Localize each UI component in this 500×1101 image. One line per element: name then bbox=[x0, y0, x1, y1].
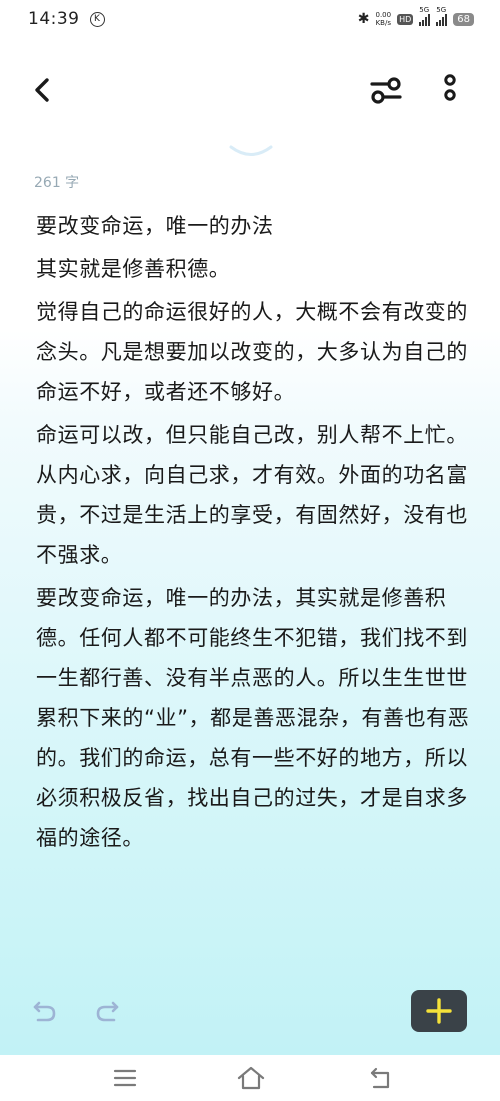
note-body[interactable]: 要改变命运，唯一的办法 其实就是修善积德。 觉得自己的命运很好的人，大概不会有改… bbox=[36, 206, 476, 861]
hd-badge: HD bbox=[397, 13, 414, 25]
status-indicators: ✱ 0.00 KB/s HD 5G 5G 68 bbox=[357, 6, 474, 27]
note-paragraph[interactable]: 觉得自己的命运很好的人，大概不会有改变的念头。凡是想要加以改变的，大多认为自己的… bbox=[36, 292, 476, 412]
k-badge-icon: K bbox=[89, 11, 105, 27]
sim2-label: 5G bbox=[436, 6, 447, 14]
note-paragraph[interactable]: 要改变命运，唯一的办法 bbox=[36, 206, 476, 246]
note-paragraph[interactable]: 要改变命运，唯一的办法，其实就是修善积德。任何人都不可能终生不犯错，我们找不到一… bbox=[36, 578, 476, 858]
pull-refresh-indicator bbox=[229, 145, 273, 156]
bluetooth-icon: ✱ bbox=[357, 11, 370, 27]
battery-icon: 68 bbox=[453, 12, 474, 26]
note-paragraph[interactable]: 命运可以改，但只能自己改，别人帮不上忙。从内心求，向自己求，才有效。外面的功名富… bbox=[36, 415, 476, 575]
chevron-left-icon[interactable] bbox=[30, 74, 54, 106]
home-icon[interactable] bbox=[236, 1065, 266, 1091]
sliders-icon[interactable] bbox=[368, 74, 404, 106]
system-nav-bar bbox=[0, 1055, 500, 1101]
net-speed-value: 0.00 bbox=[375, 11, 392, 19]
net-speed: 0.00 KB/s bbox=[375, 11, 391, 27]
undo-icon[interactable] bbox=[32, 998, 58, 1024]
redo-icon[interactable] bbox=[94, 998, 120, 1024]
signal-icon-sim1: 5G bbox=[419, 6, 431, 26]
signal-icon-sim2: 5G bbox=[436, 6, 448, 26]
plus-icon bbox=[426, 998, 452, 1024]
status-bar: 14:39 K ✱ 0.00 KB/s HD 5G 5G 68 bbox=[0, 0, 500, 38]
add-button[interactable] bbox=[411, 990, 467, 1032]
word-count: 261 字 bbox=[34, 175, 80, 191]
note-paragraph[interactable]: 其实就是修善积德。 bbox=[36, 249, 476, 289]
bottom-tools bbox=[0, 988, 500, 1034]
editor-toolbar bbox=[0, 68, 500, 112]
sim1-label: 5G bbox=[419, 6, 430, 14]
back-icon[interactable] bbox=[368, 1065, 394, 1091]
more-vertical-icon[interactable] bbox=[436, 72, 464, 108]
status-time: 14:39 bbox=[28, 9, 80, 29]
menu-icon[interactable] bbox=[113, 1068, 137, 1088]
net-speed-unit: KB/s bbox=[375, 19, 391, 27]
